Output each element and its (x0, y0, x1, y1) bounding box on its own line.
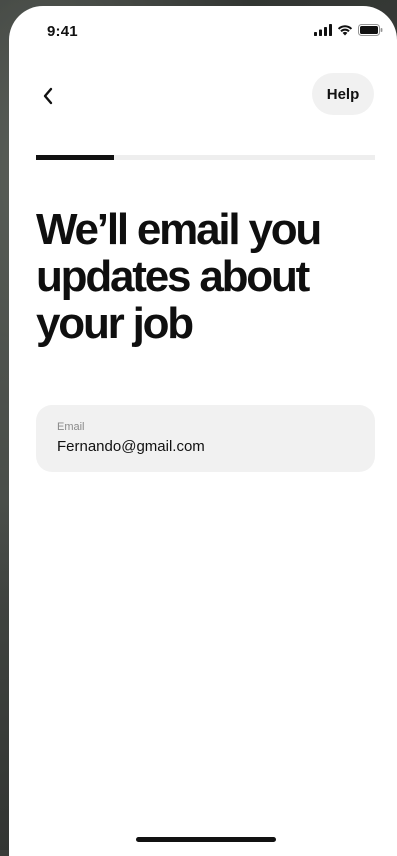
progress-bar-fill (36, 155, 114, 160)
back-button[interactable] (33, 78, 63, 118)
home-indicator (136, 837, 276, 842)
email-field[interactable]: Email Fernando@gmail.com (36, 405, 375, 472)
email-field-value[interactable]: Fernando@gmail.com (57, 437, 354, 456)
help-button[interactable]: Help (312, 73, 374, 115)
phone-screen: 9:41 Help We’ll email you updates about … (9, 6, 397, 856)
status-time: 9:41 (47, 23, 78, 40)
email-field-label: Email (57, 421, 85, 433)
wifi-icon (337, 24, 353, 36)
chevron-left-icon (42, 87, 54, 110)
battery-icon (358, 24, 383, 36)
cellular-signal-icon (314, 24, 332, 36)
status-icons (314, 24, 383, 36)
page-title: We’ll email you updates about your job (36, 205, 322, 348)
status-bar: 9:41 (9, 6, 397, 50)
progress-bar (36, 155, 375, 160)
